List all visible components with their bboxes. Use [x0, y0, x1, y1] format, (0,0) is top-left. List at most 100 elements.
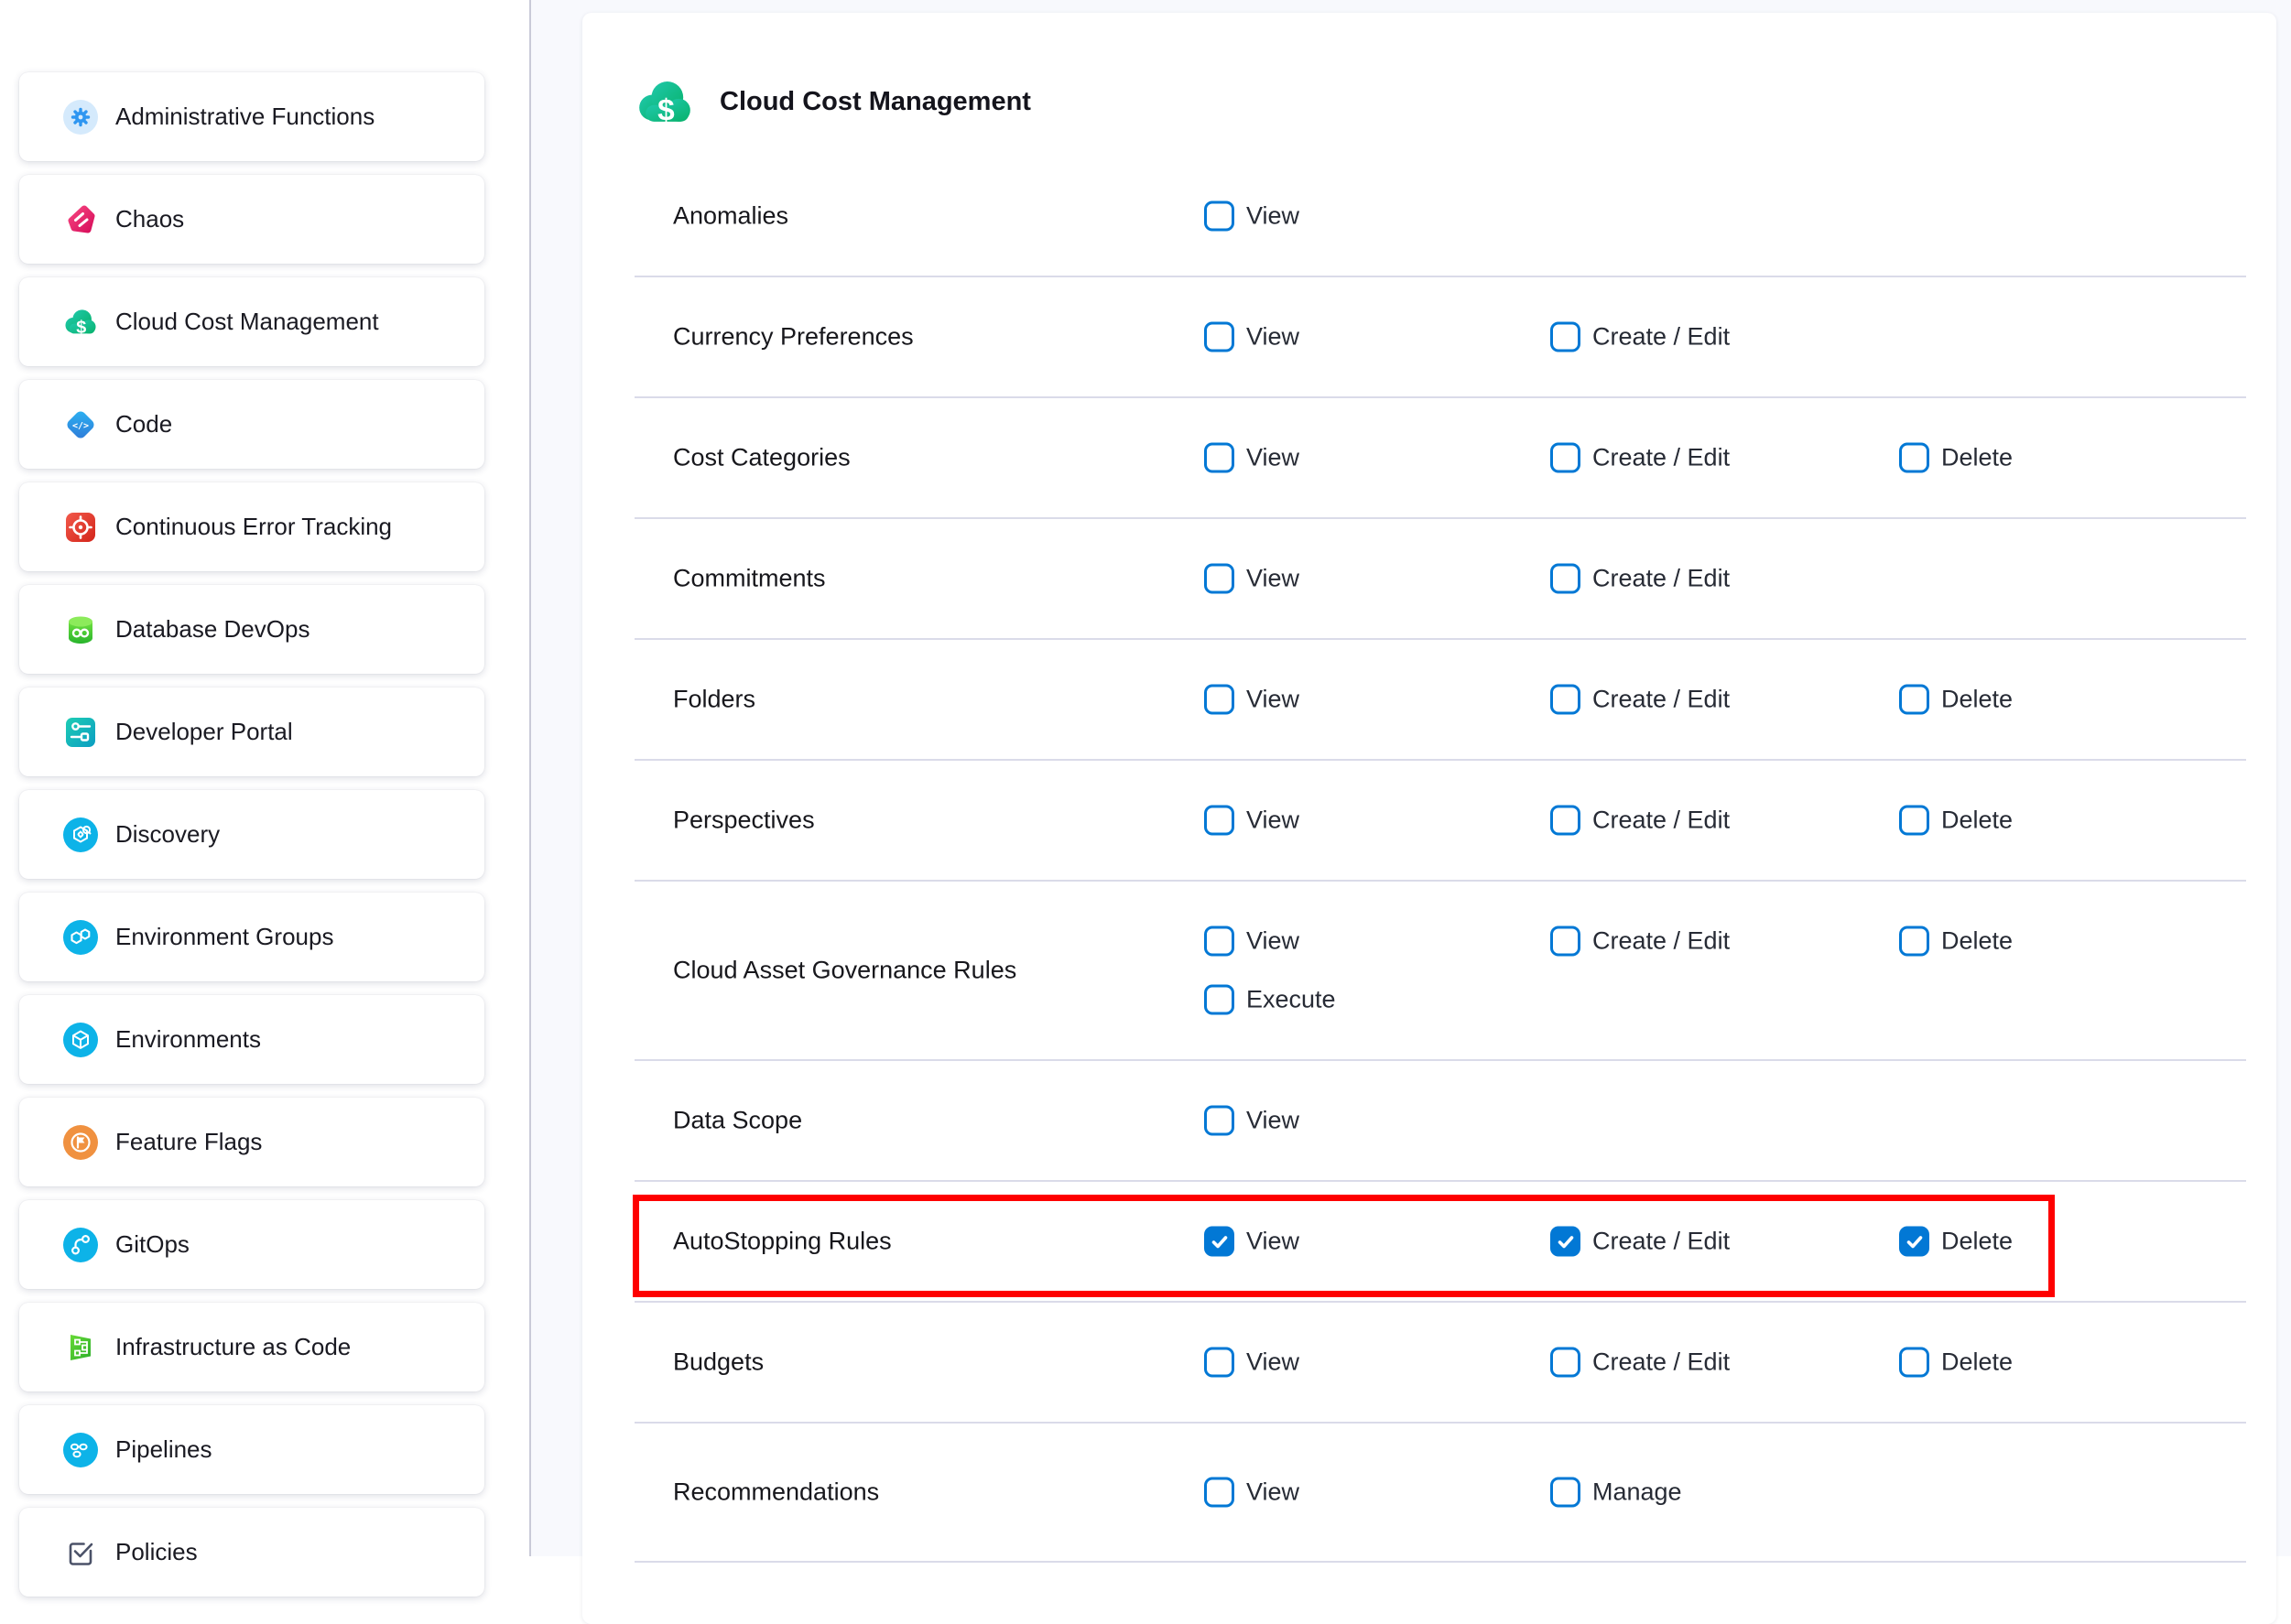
checkbox-checked-icon[interactable] — [1204, 1227, 1234, 1257]
checkbox-unchecked-icon[interactable] — [1204, 564, 1234, 594]
checkbox-cloud-asset-governance-rules-execute[interactable]: Execute — [1204, 985, 1336, 1015]
checkbox-currency-preferences-create-edit[interactable]: Create / Edit — [1550, 322, 1730, 352]
permission-cell: View — [1204, 1478, 1299, 1508]
sidebar-item-label: Discovery — [115, 820, 220, 849]
checkbox-unchecked-icon[interactable] — [1550, 806, 1580, 836]
sidebar-item-code[interactable]: </>Code — [19, 380, 484, 469]
modules-sidebar: Administrative Functions Chaos $ Cloud Cost… — [0, 0, 529, 1556]
permission-cell: Create / Edit — [1550, 806, 1730, 836]
permission-cell: View — [1204, 1227, 1299, 1257]
checkbox-data-scope-view[interactable]: View — [1204, 1106, 1299, 1136]
sidebar-item-label: Database DevOps — [115, 615, 309, 644]
resource-label: AutoStopping Rules — [673, 1228, 892, 1256]
checkbox-unchecked-icon[interactable] — [1550, 564, 1580, 594]
checkbox-perspectives-view[interactable]: View — [1204, 806, 1299, 836]
permission-cell: Create / Edit — [1550, 564, 1730, 594]
sidebar-item-gitops[interactable]: GitOps — [19, 1200, 484, 1289]
resource-label: Data Scope — [673, 1107, 802, 1135]
checkbox-unchecked-icon[interactable] — [1550, 926, 1580, 957]
checkbox-label: View — [1246, 323, 1299, 352]
checkbox-commitments-view[interactable]: View — [1204, 564, 1299, 594]
checkbox-perspectives-create-edit[interactable]: Create / Edit — [1550, 806, 1730, 836]
sidebar-item-database-devops[interactable]: Database DevOps — [19, 585, 484, 674]
permissions-panel: $ Cloud Cost Management AnomaliesViewCur… — [582, 13, 2276, 1624]
checkbox-label: Manage — [1592, 1478, 1682, 1507]
checkbox-budgets-delete[interactable]: Delete — [1899, 1348, 2013, 1378]
checkbox-autostopping-rules-delete[interactable]: Delete — [1899, 1227, 2013, 1257]
sidebar-item-cloud-cost-management[interactable]: $ Cloud Cost Management — [19, 277, 484, 366]
checkbox-unchecked-icon[interactable] — [1550, 443, 1580, 473]
checkbox-unchecked-icon[interactable] — [1550, 1478, 1580, 1508]
sidebar-item-environment-groups[interactable]: Environment Groups — [19, 893, 484, 981]
checkbox-unchecked-icon[interactable] — [1204, 1106, 1234, 1136]
checkbox-unchecked-icon[interactable] — [1204, 1348, 1234, 1378]
checkbox-unchecked-icon[interactable] — [1204, 926, 1234, 957]
sidebar-item-administrative-functions[interactable]: Administrative Functions — [19, 72, 484, 161]
checkbox-currency-preferences-view[interactable]: View — [1204, 322, 1299, 352]
checkbox-unchecked-icon[interactable] — [1204, 322, 1234, 352]
sidebar-item-pipelines[interactable]: Pipelines — [19, 1405, 484, 1494]
checkbox-unchecked-icon[interactable] — [1204, 806, 1234, 836]
checkbox-label: Delete — [1941, 1228, 2013, 1256]
resource-label: Folders — [673, 686, 755, 714]
sidebar-item-label: Policies — [115, 1538, 198, 1566]
checkbox-unchecked-icon[interactable] — [1899, 443, 1929, 473]
checkbox-recommendations-manage[interactable]: Manage — [1550, 1478, 1682, 1508]
resource-label: Budgets — [673, 1348, 764, 1377]
checkbox-unchecked-icon[interactable] — [1899, 926, 1929, 957]
checkbox-anomalies-view[interactable]: View — [1204, 201, 1299, 232]
checkbox-recommendations-view[interactable]: View — [1204, 1478, 1299, 1508]
sidebar-item-chaos[interactable]: Chaos — [19, 175, 484, 264]
sidebar-item-feature-flags[interactable]: Feature Flags — [19, 1098, 484, 1186]
checkbox-unchecked-icon[interactable] — [1550, 1348, 1580, 1378]
checkbox-unchecked-icon[interactable] — [1899, 685, 1929, 715]
sidebar-item-environments[interactable]: Environments — [19, 995, 484, 1084]
checkbox-cost-categories-create-edit[interactable]: Create / Edit — [1550, 443, 1730, 473]
sidebar-item-label: GitOps — [115, 1230, 190, 1259]
checkbox-cloud-asset-governance-rules-view[interactable]: View — [1204, 926, 1299, 957]
code-icon: </> — [63, 407, 98, 442]
checkbox-unchecked-icon[interactable] — [1204, 201, 1234, 232]
sidebar-item-discovery[interactable]: Discovery — [19, 790, 484, 879]
checkbox-commitments-create-edit[interactable]: Create / Edit — [1550, 564, 1730, 594]
sidebar-item-infrastructure-as-code[interactable]: Infrastructure as Code — [19, 1303, 484, 1391]
checkbox-unchecked-icon[interactable] — [1550, 685, 1580, 715]
gear-icon — [63, 100, 98, 135]
checkbox-autostopping-rules-create-edit[interactable]: Create / Edit — [1550, 1227, 1730, 1257]
sidebar-item-label: Cloud Cost Management — [115, 308, 379, 336]
sidebar-item-label: Developer Portal — [115, 718, 293, 746]
checkbox-unchecked-icon[interactable] — [1899, 1348, 1929, 1378]
sidebar-item-label: Administrative Functions — [115, 103, 375, 131]
checkbox-folders-create-edit[interactable]: Create / Edit — [1550, 685, 1730, 715]
checkbox-label: Create / Edit — [1592, 1228, 1730, 1256]
checkbox-budgets-create-edit[interactable]: Create / Edit — [1550, 1348, 1730, 1378]
checkbox-unchecked-icon[interactable] — [1204, 443, 1234, 473]
cloud-dollar-icon: $ — [63, 305, 98, 340]
permission-cell: Delete — [1899, 443, 2013, 473]
permission-cell: View — [1204, 685, 1299, 715]
checkbox-cost-categories-delete[interactable]: Delete — [1899, 443, 2013, 473]
permission-cell: Create / Edit — [1550, 443, 1730, 473]
checkbox-checked-icon[interactable] — [1899, 1227, 1929, 1257]
sidebar-item-label: Environment Groups — [115, 923, 333, 951]
sidebar-item-continuous-error-tracking[interactable]: Continuous Error Tracking — [19, 482, 484, 571]
checkbox-cost-categories-view[interactable]: View — [1204, 443, 1299, 473]
checkbox-unchecked-icon[interactable] — [1204, 685, 1234, 715]
checkbox-unchecked-icon[interactable] — [1550, 322, 1580, 352]
checkbox-cloud-asset-governance-rules-delete[interactable]: Delete — [1899, 926, 2013, 957]
checkbox-folders-delete[interactable]: Delete — [1899, 685, 2013, 715]
checkbox-autostopping-rules-view[interactable]: View — [1204, 1227, 1299, 1257]
checkbox-cloud-asset-governance-rules-create-edit[interactable]: Create / Edit — [1550, 926, 1730, 957]
checkbox-folders-view[interactable]: View — [1204, 685, 1299, 715]
permission-row-anomalies: AnomaliesView — [635, 157, 2246, 277]
checkbox-perspectives-delete[interactable]: Delete — [1899, 806, 2013, 836]
checkbox-unchecked-icon[interactable] — [1204, 1478, 1234, 1508]
checkbox-unchecked-icon[interactable] — [1899, 806, 1929, 836]
checkbox-unchecked-icon[interactable] — [1204, 985, 1234, 1015]
checkbox-checked-icon[interactable] — [1550, 1227, 1580, 1257]
permission-cell: Manage — [1550, 1478, 1682, 1508]
sidebar-item-developer-portal[interactable]: Developer Portal — [19, 687, 484, 776]
checkbox-budgets-view[interactable]: View — [1204, 1348, 1299, 1378]
permission-cell: View — [1204, 201, 1299, 232]
sidebar-item-policies[interactable]: Policies — [19, 1508, 484, 1597]
